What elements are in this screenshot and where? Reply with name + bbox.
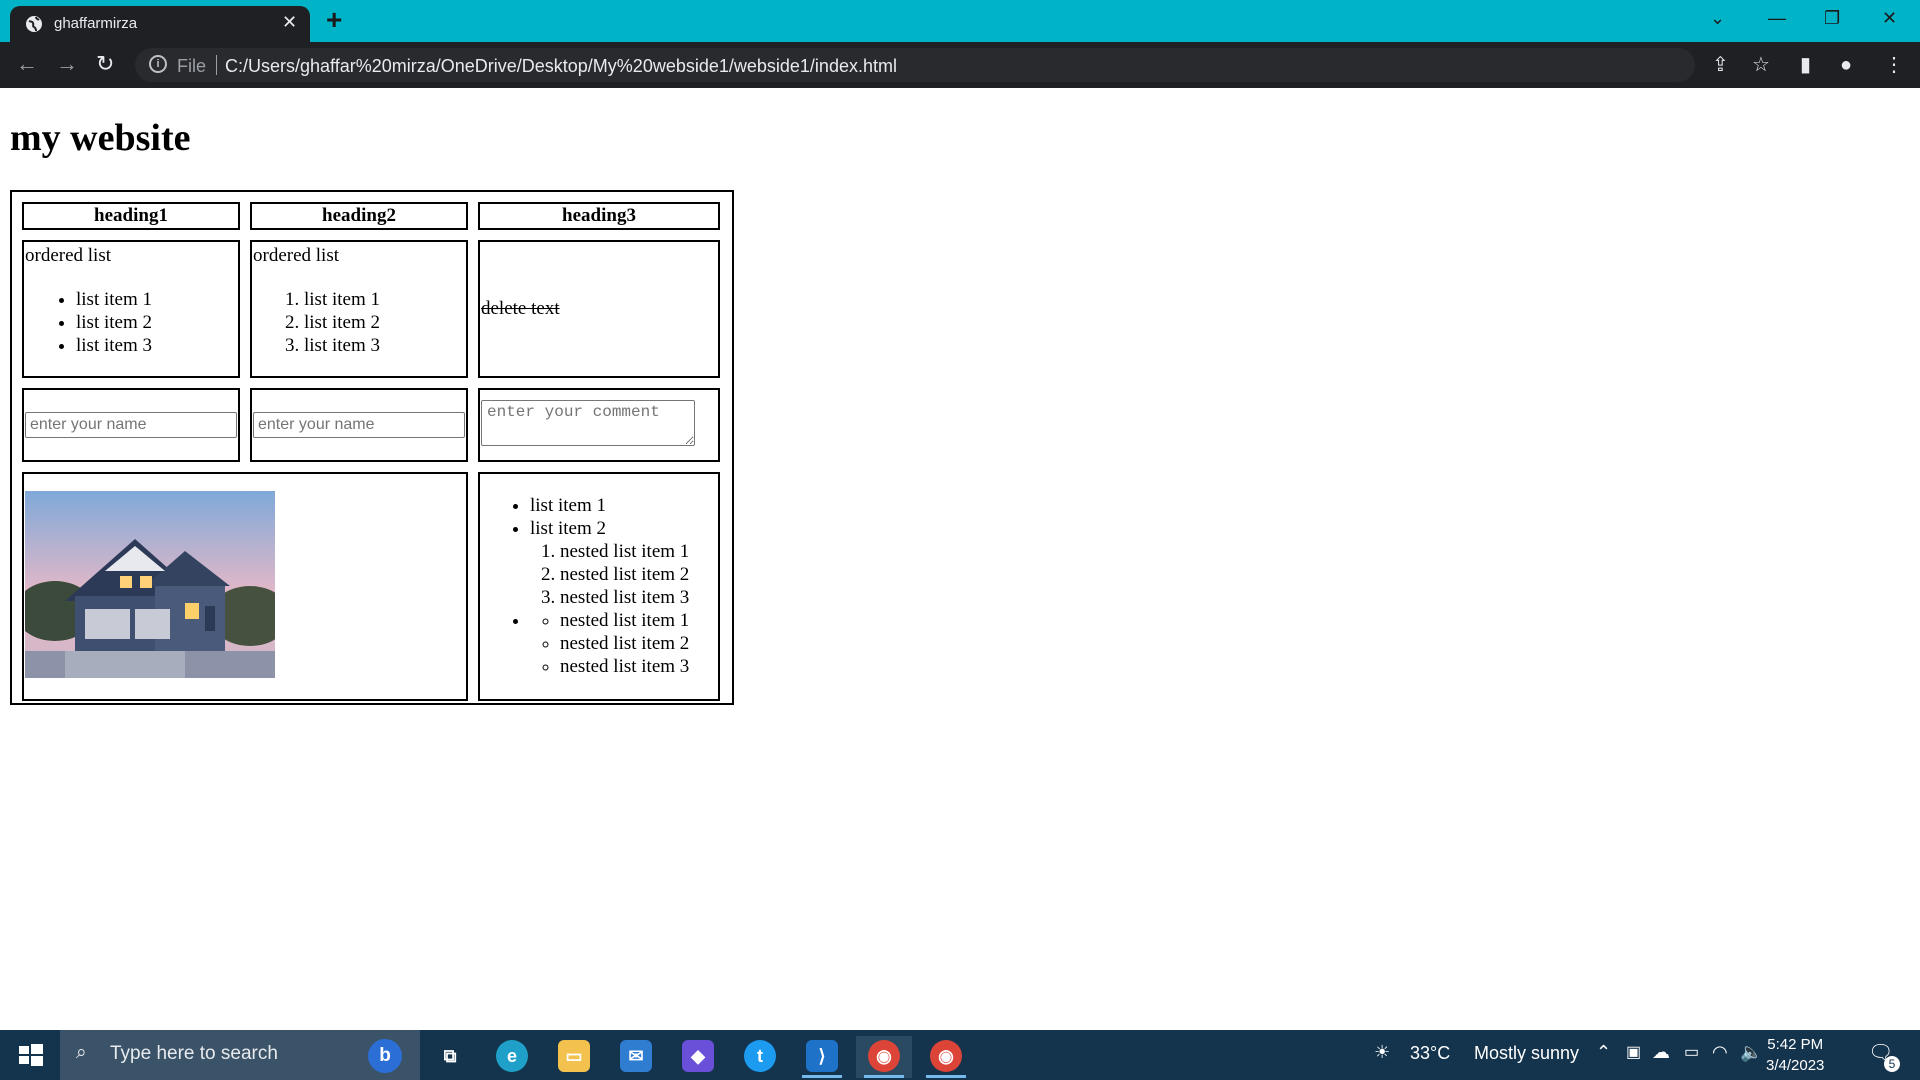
address-scheme: File [177,56,207,76]
volume-icon[interactable]: 🔈 [1740,1042,1762,1063]
new-tab-button[interactable]: + [326,6,342,34]
nested-unordered-list: nested list item 1 nested list item 2 ne… [530,609,689,678]
running-indicator [802,1075,842,1078]
list-item: list item 1 [530,494,689,517]
tray-chevron-icon[interactable]: ⌃ [1596,1042,1611,1063]
weather-icon[interactable]: ☀ [1374,1042,1390,1063]
list-caption: ordered list [25,245,112,266]
address-bar[interactable]: i File C:/Users/ghaffar%20mirza/OneDrive… [135,48,1695,82]
search-icon: ⌕ [76,1042,87,1063]
cell-deleted-text: delete text [478,240,720,378]
nested-list: list item 1 list item 2 nested list item… [510,494,689,678]
nested-list-item: nested list item 3 [560,586,689,609]
close-window-button[interactable]: ✕ [1882,8,1897,29]
list-item: list item 2 [304,311,380,334]
name-input[interactable] [25,412,237,438]
menu-icon[interactable]: ⋮ [1884,54,1904,76]
bing-icon[interactable]: b [368,1039,402,1073]
reload-icon[interactable]: ↻ [96,52,114,76]
outer-list: list item 1 list item 2 nested list item… [510,494,689,678]
cell-name-input-2 [250,388,468,462]
running-indicator [926,1075,966,1078]
list-item: list item 2 nested list item 1 nested li… [530,517,689,609]
cell-ordered-list: ordered list list item 1 list item 2 lis… [250,240,468,378]
nested-list-item: nested list item 2 [560,632,689,655]
nested-list-item: nested list item 2 [560,563,689,586]
list-item: list item 3 [304,334,380,357]
back-icon[interactable]: ← [16,52,38,76]
list-caption: ordered list [253,245,340,266]
house-image [25,491,275,678]
cell-name-input-1 [22,388,240,462]
windows-start-icon[interactable] [0,1030,60,1080]
cell-image [22,472,468,701]
twitter-icon[interactable]: t [732,1036,788,1078]
list-item: list item 1 [76,288,152,311]
profile-icon[interactable]: ● [1840,54,1852,76]
tab-title: ghaffarmirza [54,15,138,32]
address-separator [216,55,217,75]
taskbar-search[interactable]: ⌕ Type here to search b [60,1030,420,1080]
mail-icon[interactable]: ✉ [608,1036,664,1078]
clock-time: 5:42 PM [1767,1036,1824,1053]
list-item: list item 2 [76,311,152,334]
edge-icon[interactable]: e [484,1036,540,1078]
windows-taskbar: ⌕ Type here to search b ⧉ e ▭ ✉ ◆ t ⟩ ◉ … [0,1030,1920,1080]
ordered-list: list item 1 list item 2 list item 3 [276,288,380,357]
list-item: nested list item 1 nested list item 2 ne… [530,609,689,678]
notification-count-badge: 5 [1884,1056,1900,1072]
browser-toolbar: ← → ↻ i File C:/Users/ghaffar%20mirza/On… [0,42,1920,88]
list-item: list item 1 [304,288,380,311]
nested-list-item: nested list item 1 [560,540,689,563]
list-item-label: list item 2 [530,518,606,539]
table-heading-3: heading3 [478,202,720,230]
unordered-list: list item 1 list item 2 list item 3 [48,288,152,357]
search-placeholder: Type here to search [110,1043,278,1064]
table-heading-2: heading2 [250,202,468,230]
browser-tab-strip: ghaffarmirza ✕ + ⌄ — ❐ ✕ [0,0,1920,42]
info-icon[interactable]: i [149,55,167,73]
nested-ordered-list: nested list item 1 nested list item 2 ne… [530,540,689,609]
clock-date: 3/4/2023 [1766,1057,1825,1074]
name-input[interactable] [253,412,465,438]
nested-list-item: nested list item 1 [560,609,689,632]
weather-text[interactable]: Mostly sunny [1474,1043,1579,1064]
cell-nested-list: list item 1 list item 2 nested list item… [478,472,720,701]
share-icon[interactable]: ⇪ [1712,54,1729,76]
nested-list-item: nested list item 3 [560,655,689,678]
tab-active[interactable]: ghaffarmirza ✕ [10,6,310,42]
minimize-button[interactable]: — [1768,8,1786,29]
weather-temp[interactable]: 33°C [1410,1043,1450,1064]
layout-table: heading1 heading2 heading3 ordered list … [10,190,734,705]
meet-icon[interactable]: ▣ [1626,1042,1641,1062]
file-explorer-icon[interactable]: ▭ [546,1036,602,1078]
page-title: my website [10,117,191,159]
vscode-icon[interactable]: ⟩ [794,1036,850,1078]
cell-comment [478,388,720,462]
list-item: list item 3 [76,334,152,357]
onedrive-icon[interactable]: ☁ [1652,1042,1670,1063]
web-page: my website heading1 heading2 heading3 or… [0,88,1920,1030]
comment-textarea[interactable] [481,400,695,446]
battery-icon[interactable]: ▭ [1684,1042,1699,1062]
tab-close-icon[interactable]: ✕ [282,12,297,33]
bookmark-star-icon[interactable]: ☆ [1752,54,1770,76]
running-indicator [864,1075,904,1078]
side-panel-icon[interactable]: ▮ [1800,54,1811,76]
globe-icon [26,16,42,32]
copilot-icon[interactable]: ◆ [670,1036,726,1078]
forward-icon[interactable]: → [56,52,78,76]
chrome-icon-active[interactable]: ◉ [856,1036,912,1078]
url-text[interactable]: C:/Users/ghaffar%20mirza/OneDrive/Deskto… [225,56,897,77]
restore-button[interactable]: ❐ [1824,8,1840,29]
deleted-text: delete text [481,298,560,319]
cell-unordered-list: ordered list list item 1 list item 2 lis… [22,240,240,378]
tab-search-icon[interactable]: ⌄ [1710,8,1725,29]
task-view-icon[interactable]: ⧉ [422,1036,478,1078]
wifi-icon[interactable]: ◠ [1712,1042,1728,1063]
table-heading-1: heading1 [22,202,240,230]
chrome-icon[interactable]: ◉ [918,1036,974,1078]
clock[interactable]: 5:42 PM 3/4/2023 [1766,1034,1824,1076]
